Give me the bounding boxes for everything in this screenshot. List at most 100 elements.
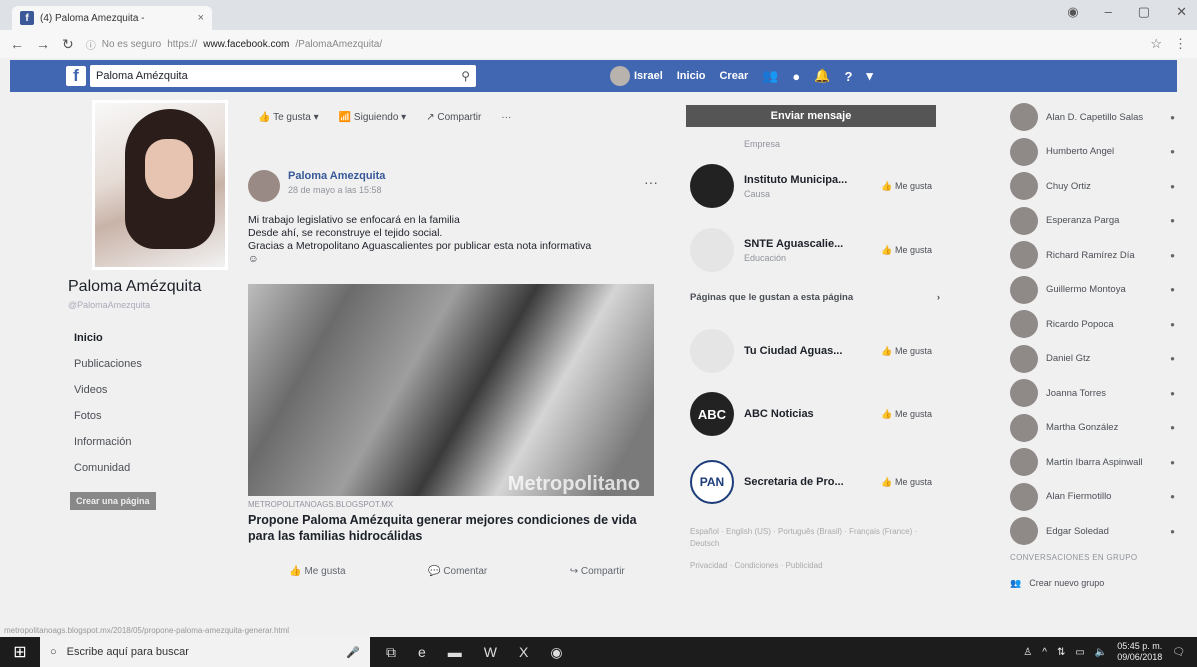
page-item[interactable]: Instituto Municipa... Causa 👍 Me gusta [690, 154, 940, 218]
post-time[interactable]: 28 de mayo a las 15:58 [288, 185, 385, 195]
language-links[interactable]: Español · English (US) · Português (Bras… [690, 526, 940, 550]
edge-icon[interactable]: e [418, 644, 426, 661]
page-logo[interactable]: PAN [690, 460, 734, 504]
taskbar-clock[interactable]: 05:45 p. m. 09/06/2018 [1117, 641, 1162, 663]
search-input[interactable]: Paloma Amézquita ⚲ [90, 65, 476, 87]
page-like-button[interactable]: 👍 Me gusta [881, 409, 932, 420]
reload-icon[interactable]: ↻ [62, 36, 74, 53]
chevron-right-icon[interactable]: › [937, 292, 940, 322]
nav-publicaciones[interactable]: Publicaciones [74, 358, 240, 370]
like-button[interactable]: 👍 Me gusta [289, 566, 345, 577]
contact-item[interactable]: Martín Ibarra Aspinwall ● [1010, 445, 1175, 480]
create-page-button[interactable]: Crear una página [70, 492, 156, 510]
contact-item[interactable]: Humberto Angel ● [1010, 135, 1175, 170]
file-explorer-icon[interactable]: ▬ [448, 644, 462, 661]
tab-close-icon[interactable]: × [198, 12, 204, 24]
nav-informacion[interactable]: Información [74, 436, 240, 448]
profile-icon[interactable]: ◉ [1067, 4, 1078, 20]
footer-links[interactable]: Privacidad · Condiciones · Publicidad [690, 560, 940, 572]
contact-item[interactable]: Richard Ramírez Día ● [1010, 238, 1175, 273]
help-icon[interactable]: ? [844, 69, 852, 84]
contact-item[interactable]: Alan D. Capetillo Salas ● [1010, 100, 1175, 135]
maximize-icon[interactable]: ▢ [1138, 4, 1150, 20]
link-source[interactable]: METROPOLITANOAGS.BLOGSPOT.MX [248, 500, 666, 509]
contact-item[interactable]: Martha González ● [1010, 411, 1175, 446]
liked-pages-header[interactable]: Páginas que le gustan a esta página › [690, 292, 940, 322]
tray-chevron-up-icon[interactable]: ^ [1042, 647, 1047, 658]
search-icon[interactable]: ⚲ [461, 69, 470, 83]
battery-icon[interactable]: ▭ [1075, 647, 1084, 658]
windows-start-icon[interactable]: ⊞ [0, 637, 40, 667]
notifications-icon[interactable]: 🔔 [814, 68, 830, 84]
bookmark-star-icon[interactable]: ☆ [1150, 36, 1162, 52]
contact-item[interactable]: Esperanza Parga ● [1010, 204, 1175, 239]
page-logo[interactable] [690, 164, 734, 208]
friend-requests-icon[interactable]: 👥 [762, 68, 778, 84]
page-logo[interactable] [690, 228, 734, 272]
nav-fotos[interactable]: Fotos [74, 410, 240, 422]
contact-item[interactable]: Guillermo Montoya ● [1010, 273, 1175, 308]
post-photo[interactable]: Metropolitano [248, 284, 654, 496]
page-item[interactable]: Tu Ciudad Aguas... 👍 Me gusta [690, 322, 940, 380]
page-name[interactable]: Secretaria de Pro... [744, 476, 881, 488]
new-group-button[interactable]: 👥 Crear nuevo grupo [1010, 578, 1175, 589]
page-like-button[interactable]: 👍 Me gusta [881, 245, 932, 256]
post-options-icon[interactable]: ··· [644, 174, 658, 190]
liked-button[interactable]: 👍 Te gusta ▾ [258, 112, 319, 123]
back-icon[interactable]: ← [10, 36, 24, 52]
create-link[interactable]: Crear [719, 70, 748, 82]
share-page-button[interactable]: ↗ Compartir [426, 112, 481, 123]
browser-tab[interactable]: f (4) Paloma Amezquita - × [12, 6, 212, 30]
contact-item[interactable]: Edgar Soledad ● [1010, 514, 1175, 549]
page-like-button[interactable]: 👍 Me gusta [881, 346, 932, 357]
chrome-icon[interactable]: ◉ [550, 644, 562, 661]
taskbar-search-input[interactable]: ○ Escribe aquí para buscar 🎤 [40, 637, 370, 667]
user-profile-link[interactable]: Israel [610, 66, 663, 86]
forward-icon[interactable]: → [36, 36, 50, 52]
page-item[interactable]: ABC ABC Noticias 👍 Me gusta [690, 380, 940, 448]
profile-picture[interactable] [92, 100, 228, 270]
page-name[interactable]: Instituto Municipa... [744, 174, 881, 186]
network-icon[interactable]: ⇅ [1057, 647, 1065, 658]
account-menu-icon[interactable]: ▾ [866, 68, 873, 84]
task-view-icon[interactable]: ⧉ [386, 644, 396, 661]
share-button[interactable]: ↪ Compartir [570, 566, 625, 577]
minimize-icon[interactable]: – [1105, 4, 1112, 20]
page-item[interactable]: SNTE Aguascalie... Educación 👍 Me gusta [690, 218, 940, 282]
messenger-icon[interactable]: ● [792, 69, 800, 84]
link-headline[interactable]: Propone Paloma Amézquita generar mejores… [248, 512, 666, 544]
page-like-button[interactable]: 👍 Me gusta [881, 477, 932, 488]
contact-item[interactable]: Alan Fiermotillo ● [1010, 480, 1175, 515]
notifications-center-icon[interactable]: 🗨 [1172, 647, 1185, 658]
contact-item[interactable]: Ricardo Popoca ● [1010, 307, 1175, 342]
page-like-button[interactable]: 👍 Me gusta [881, 181, 932, 192]
volume-icon[interactable]: 🔈 [1095, 647, 1107, 658]
facebook-logo-icon[interactable]: f [66, 66, 86, 86]
nav-inicio[interactable]: Inicio [74, 332, 240, 344]
page-logo[interactable]: ABC [690, 392, 734, 436]
page-handle[interactable]: @PalomaAmezquita [68, 300, 240, 310]
contact-item[interactable]: Joanna Torres ● [1010, 376, 1175, 411]
url-field[interactable]: ⓘ No es seguro https:// www.facebook.com… [86, 34, 1139, 54]
contact-item[interactable]: Daniel Gtz ● [1010, 342, 1175, 377]
page-more-button[interactable]: ··· [501, 112, 511, 123]
people-icon[interactable]: ♙ [1023, 647, 1032, 658]
close-window-icon[interactable]: ✕ [1176, 4, 1187, 20]
page-name[interactable]: SNTE Aguascalie... [744, 238, 881, 250]
page-name[interactable]: Tu Ciudad Aguas... [744, 345, 881, 357]
following-button[interactable]: 📶 Siguiendo ▾ [339, 112, 407, 123]
page-logo[interactable] [690, 329, 734, 373]
comment-button[interactable]: 💬 Comentar [428, 566, 487, 577]
info-icon[interactable]: ⓘ [86, 37, 96, 52]
page-name[interactable]: ABC Noticias [744, 408, 881, 420]
microphone-icon[interactable]: 🎤 [346, 646, 360, 659]
browser-menu-icon[interactable]: ⋮ [1174, 36, 1187, 52]
nav-comunidad[interactable]: Comunidad [74, 462, 240, 474]
contact-item[interactable]: Chuy Ortiz ● [1010, 169, 1175, 204]
word-icon[interactable]: W [484, 644, 497, 661]
home-link[interactable]: Inicio [677, 70, 706, 82]
nav-videos[interactable]: Videos [74, 384, 240, 396]
post-author[interactable]: Paloma Amezquita [288, 170, 385, 182]
post-avatar[interactable] [248, 170, 280, 202]
excel-icon[interactable]: X [519, 644, 528, 661]
